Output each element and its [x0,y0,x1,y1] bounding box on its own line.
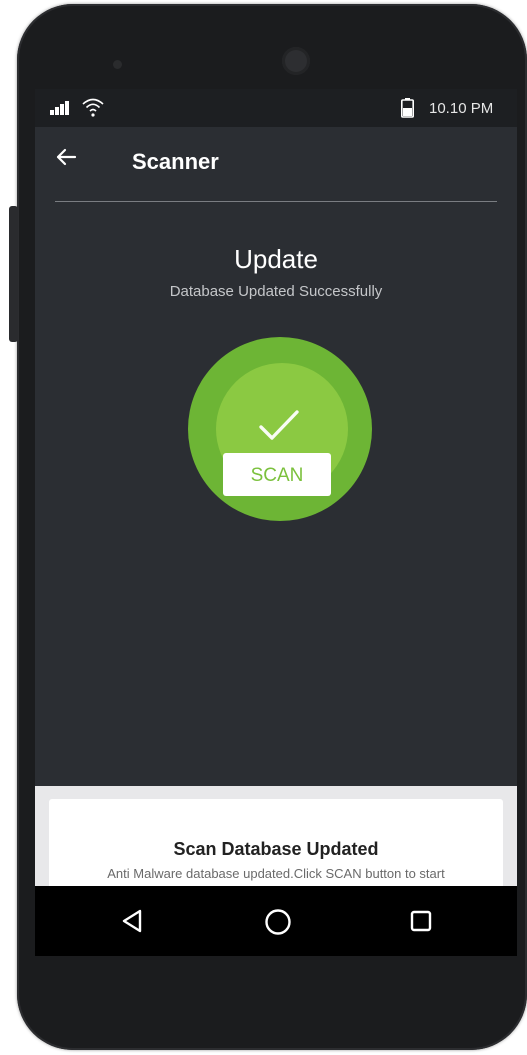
scan-button[interactable]: SCAN [223,453,331,496]
battery-icon [401,98,414,118]
side-button [9,206,18,342]
info-card: Scan Database Updated Anti Malware datab… [49,799,503,886]
nav-home-icon[interactable] [264,908,292,936]
navigation-bar [35,886,517,956]
check-icon [259,410,299,440]
page-title: Scanner [132,149,219,174]
wifi-icon [82,98,104,117]
update-heading: Update [234,244,318,274]
status-bar: 10.10 PM [35,89,517,127]
card-title: Scan Database Updated [173,839,379,859]
toolbar-divider [55,201,497,202]
nav-recents-icon[interactable] [410,910,432,932]
back-arrow-icon[interactable] [55,147,77,167]
signal-icon [50,101,69,115]
card-text: Anti Malware database updated.Click SCAN… [107,866,445,881]
status-time: 10.10 PM [429,100,494,117]
app-screen: 10.10 PM Scanner Update Database Updated… [35,89,517,886]
nav-back-icon[interactable] [121,909,143,933]
update-subtitle: Database Updated Successfully [169,283,383,300]
front-camera [282,47,310,75]
speaker-dot [113,60,122,69]
